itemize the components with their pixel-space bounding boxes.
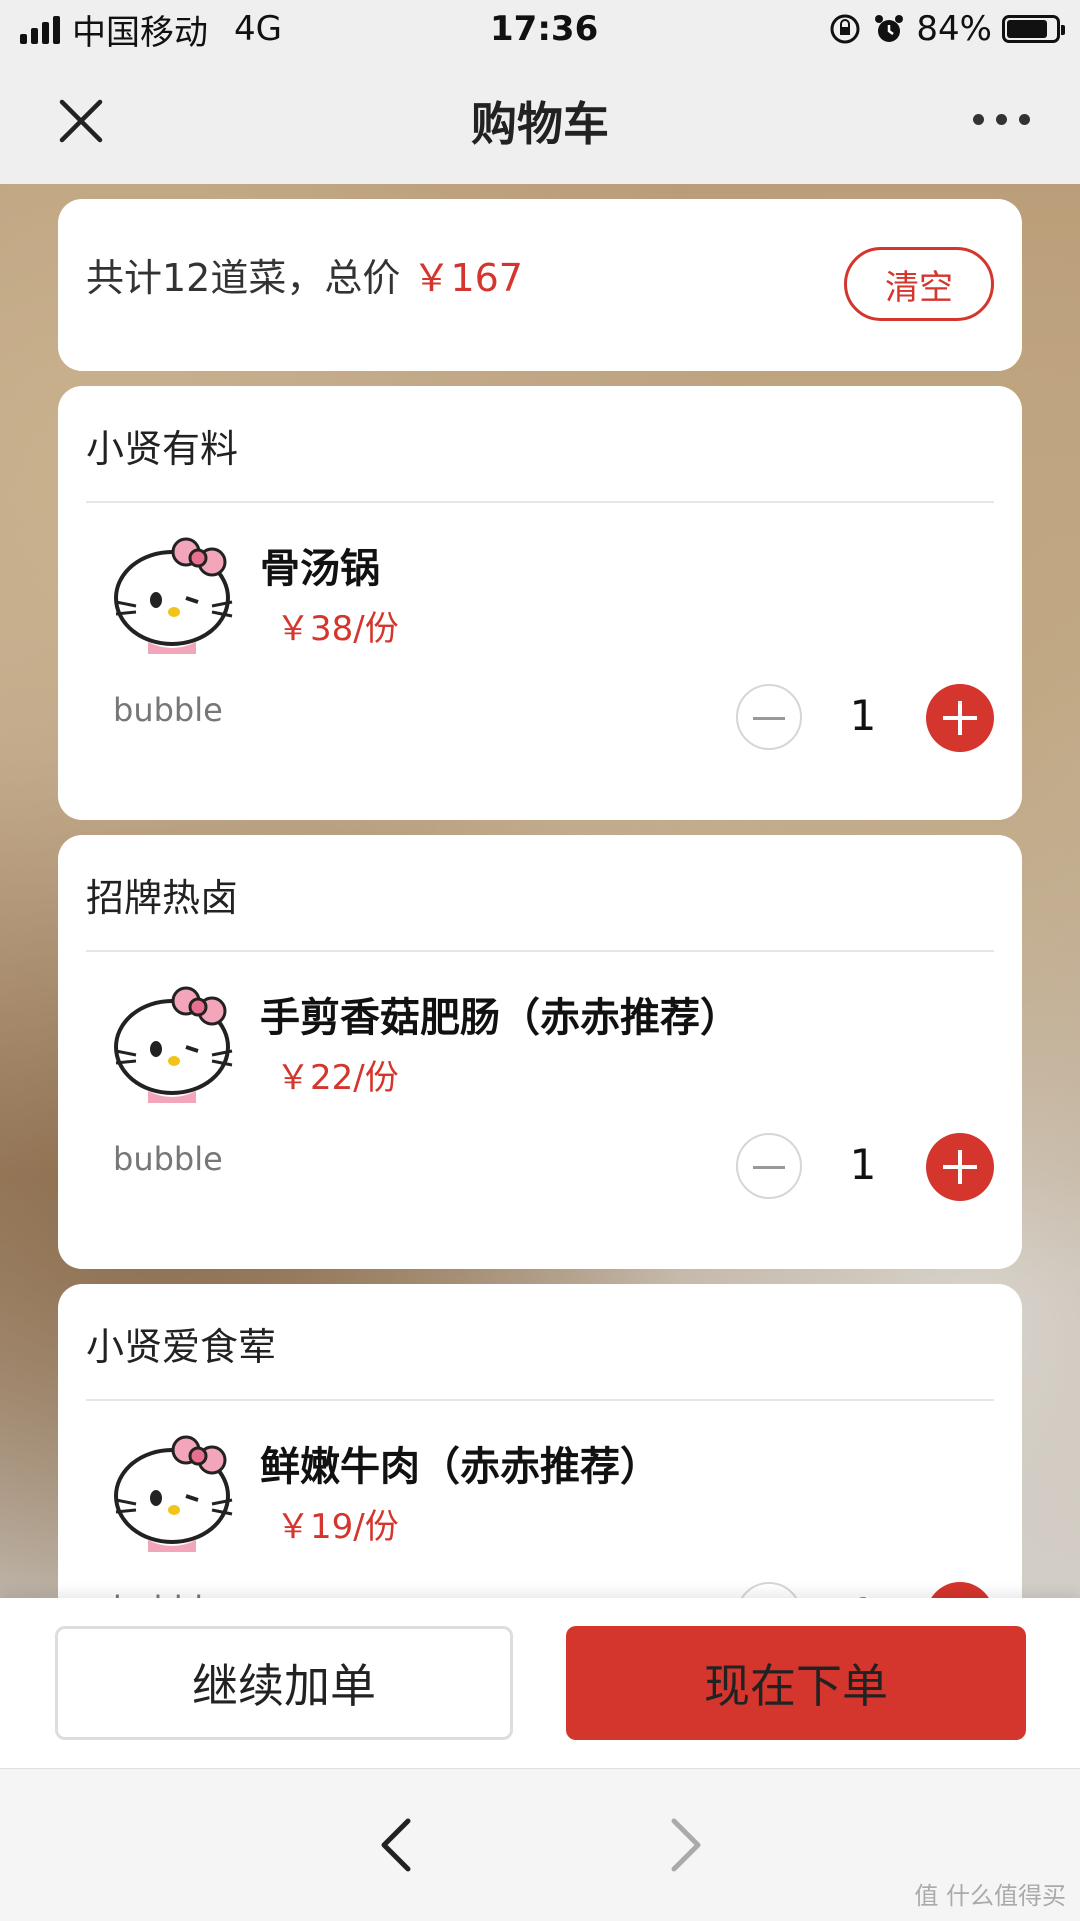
battery-label: 84% — [916, 9, 992, 49]
chevron-left-icon[interactable] — [372, 1817, 422, 1873]
more-dots-icon[interactable] — [973, 114, 1030, 125]
item-price: ￥22/份 — [276, 1058, 399, 1098]
quantity-value: 1 — [849, 691, 877, 740]
carrier-label: 中国移动 — [72, 12, 208, 53]
summary-text: 共计12道菜，总价 ￥167 — [86, 247, 523, 302]
group-title: 招牌热卤 — [86, 876, 239, 920]
summary-prefix: 共计12道菜，总价 — [86, 256, 401, 300]
increase-button[interactable] — [926, 1133, 994, 1201]
place-order-button[interactable]: 现在下单 — [566, 1626, 1026, 1740]
network-label: 4G — [234, 9, 282, 49]
item-price: ￥38/份 — [276, 609, 399, 649]
rotation-lock-icon — [830, 14, 860, 44]
chevron-right-icon[interactable] — [660, 1817, 710, 1873]
item-name: 手剪香菇肥肠（赤赤推荐） — [260, 995, 740, 1041]
increase-button[interactable] — [926, 684, 994, 752]
status-time: 17:36 — [490, 9, 599, 49]
cart-content: 共计12道菜，总价 ￥167 清空 小贤有料 骨汤锅 ￥38/份 bubble … — [0, 184, 1080, 1598]
action-bar: 继续加单 现在下单 — [0, 1598, 1080, 1768]
quantity-value: 1 — [838, 1589, 888, 1598]
clear-button[interactable]: 清空 — [844, 247, 994, 321]
decrease-button[interactable] — [736, 1582, 802, 1598]
group-title: 小贤爱食荤 — [86, 1325, 277, 1369]
divider — [86, 1399, 994, 1401]
item-name: 鲜嫩牛肉（赤赤推荐） — [260, 1444, 660, 1490]
battery-fill — [1007, 20, 1048, 38]
alarm-icon — [875, 15, 904, 42]
item-note: bubble — [113, 1589, 223, 1598]
cart-group: 小贤爱食荤 鲜嫩牛肉（赤赤推荐） ￥19/份 bubble 1 — [58, 1284, 1022, 1598]
status-right: 84% — [828, 9, 1065, 49]
kitty-avatar-icon — [114, 1435, 233, 1552]
item-note: bubble — [113, 691, 223, 729]
continue-order-button[interactable]: 继续加单 — [55, 1626, 513, 1740]
increase-button[interactable] — [926, 1582, 994, 1598]
browser-toolbar: 值 什么值得买 — [0, 1768, 1080, 1921]
group-title: 小贤有料 — [86, 427, 239, 471]
close-icon[interactable] — [56, 96, 106, 146]
status-left: 中国移动 4G — [20, 5, 282, 54]
divider — [86, 501, 994, 503]
signal-icon — [20, 14, 60, 44]
cart-group: 招牌热卤 手剪香菇肥肠（赤赤推荐） ￥22/份 bubble 1 — [58, 835, 1022, 1269]
watermark: 值 什么值得买 — [914, 1882, 1066, 1910]
page-title: 购物车 — [471, 97, 609, 151]
summary-card: 共计12道菜，总价 ￥167 清空 — [58, 199, 1022, 371]
quantity-value: 1 — [849, 1140, 877, 1189]
decrease-button[interactable] — [736, 684, 802, 750]
item-price: ￥19/份 — [276, 1507, 399, 1547]
kitty-avatar-icon — [114, 537, 233, 654]
divider — [86, 950, 994, 952]
status-bar: 中国移动 4G 17:36 84% — [0, 0, 1080, 58]
item-name: 骨汤锅 — [260, 546, 380, 592]
kitty-avatar-icon — [114, 986, 233, 1103]
total-price: ￥167 — [412, 256, 523, 300]
nav-bar: 购物车 — [0, 58, 1080, 184]
item-note: bubble — [113, 1140, 223, 1178]
decrease-button[interactable] — [736, 1133, 802, 1199]
battery-icon — [1002, 15, 1065, 43]
cart-group: 小贤有料 骨汤锅 ￥38/份 bubble 1 — [58, 386, 1022, 820]
